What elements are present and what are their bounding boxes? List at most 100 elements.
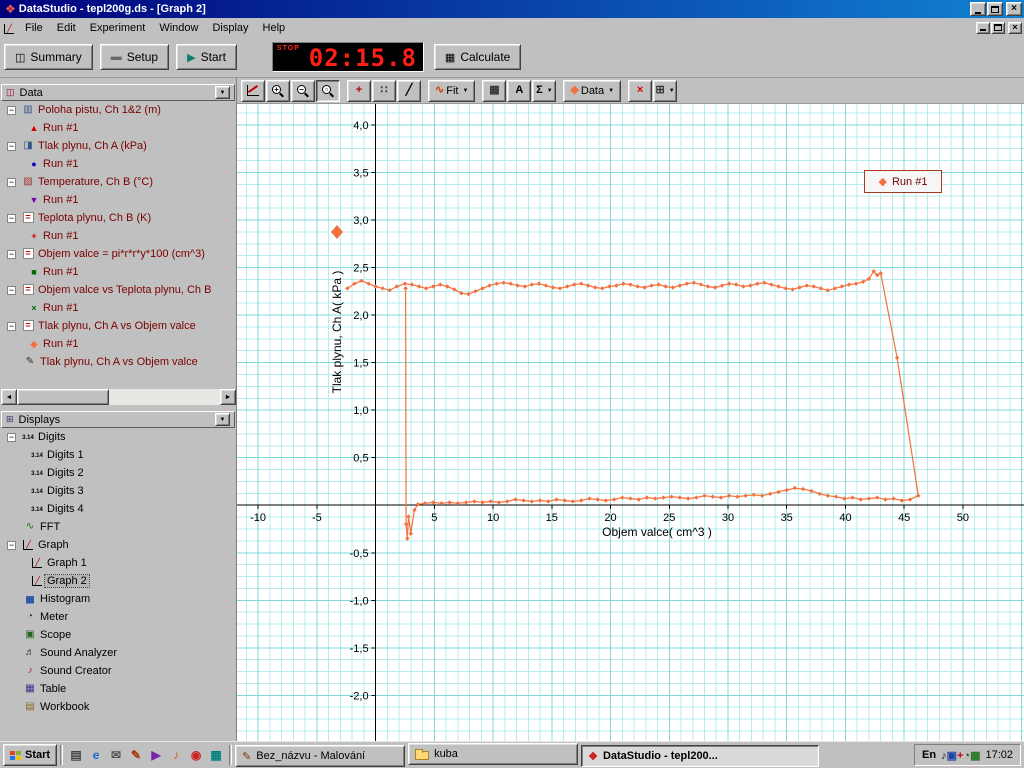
keyboard-layout-indicator[interactable]: En: [922, 749, 936, 761]
data-item[interactable]: ✎ Tlak plynu, Ch A vs Objem valce: [0, 353, 237, 371]
package-icon[interactable]: ▦: [206, 745, 226, 765]
display-settings-icon[interactable]: ▣: [947, 750, 957, 762]
menu-edit[interactable]: Edit: [50, 20, 83, 36]
mdi-minimize-button[interactable]: [976, 21, 990, 34]
mdi-restore-icon: [994, 24, 1002, 31]
scale-to-fit-button[interactable]: [241, 79, 265, 102]
restore-button[interactable]: [987, 2, 1003, 16]
display-item-graph[interactable]: − ╱ Graph: [0, 536, 237, 554]
start-menu-button[interactable]: Start: [3, 744, 58, 766]
paint-icon[interactable]: ✎: [126, 745, 146, 765]
settings-menu-button[interactable]: ⊞ ▼: [653, 79, 678, 102]
menu-file[interactable]: File: [18, 20, 50, 36]
data-menu-button[interactable]: ◆ Data ▼: [563, 79, 622, 102]
sound-creator-icon: ♪: [27, 665, 33, 676]
display-item-digits-2[interactable]: 3.14 Digits 2: [0, 464, 237, 482]
display-item-workbook[interactable]: ▤ Workbook: [0, 698, 237, 716]
menu-help[interactable]: Help: [256, 20, 293, 36]
data-item[interactable]: − = Objem valce vs Teplota plynu, Ch B: [0, 281, 237, 299]
run-item[interactable]: + Run #1: [0, 227, 237, 245]
data-item[interactable]: − ▨ Temperature, Ch B (°C): [0, 173, 237, 191]
graph-legend[interactable]: ◆ Run #1: [864, 170, 942, 193]
setup-button[interactable]: ▬ Setup: [99, 44, 170, 70]
run-item[interactable]: ● Run #1: [0, 155, 237, 173]
data-item[interactable]: − = Teplota plynu, Ch B (K): [0, 209, 237, 227]
display-item-sound-analyzer[interactable]: ♬ Sound Analyzer: [0, 644, 237, 662]
display-item-graph-2[interactable]: ╱ Graph 2: [0, 572, 237, 590]
minimize-button[interactable]: [970, 2, 986, 16]
mdi-close-button[interactable]: ×: [1008, 21, 1022, 34]
display-item-digits[interactable]: −3.14 Digits: [0, 428, 237, 446]
data-panel-header[interactable]: ◫ Data ▼: [1, 84, 235, 101]
delete-button[interactable]: ×: [628, 79, 653, 102]
run-label: Run #1: [43, 230, 79, 242]
winamp-icon[interactable]: ♪: [166, 745, 186, 765]
data-item[interactable]: − = Tlak plynu, Ch A vs Objem valce: [0, 317, 237, 335]
menu-experiment[interactable]: Experiment: [83, 20, 153, 36]
graph-icon: ╱: [29, 557, 45, 569]
mdi-restore-button[interactable]: [991, 21, 1005, 34]
display-item-digits-3[interactable]: 3.14 Digits 3: [0, 482, 237, 500]
media-player-icon[interactable]: ▶: [146, 745, 166, 765]
network-icon[interactable]: ▦: [970, 750, 980, 762]
svg-text:-10: -10: [250, 512, 266, 524]
displays-panel-header[interactable]: ⊞ Displays ▼: [1, 411, 235, 428]
data-item[interactable]: − ◨ Tlak plynu, Ch A (kPa): [0, 137, 237, 155]
clock[interactable]: 17:02: [985, 749, 1013, 761]
run-item[interactable]: ■ Run #1: [0, 263, 237, 281]
scroll-right-icon[interactable]: ►: [220, 389, 236, 405]
smart-tool-button[interactable]: +: [347, 79, 371, 102]
zoom-select-button[interactable]: ▫: [316, 79, 340, 102]
calculator-icon: ▦: [444, 51, 456, 64]
browser-icon[interactable]: ◉: [186, 745, 206, 765]
run-item[interactable]: ▲ Run #1: [0, 119, 237, 137]
zoom-out-button[interactable]: −: [291, 79, 315, 102]
close-button[interactable]: ×: [1006, 2, 1022, 16]
windows-logo-icon: [10, 750, 21, 760]
statistics-button[interactable]: Σ ▼: [532, 79, 557, 102]
display-item-histogram[interactable]: ▅ Histogram: [0, 590, 237, 608]
task-bez_názvu[interactable]: ✎ Bez_názvu - Malování: [235, 745, 406, 767]
display-item-graph-1[interactable]: ╱ Graph 1: [0, 554, 237, 572]
show-desktop-icon[interactable]: ▤: [66, 745, 86, 765]
run-item[interactable]: ◆ Run #1: [0, 335, 237, 353]
text-annotation-button[interactable]: A: [507, 79, 532, 102]
task-datastudio[interactable]: ❖ DataStudio - tepl200...: [581, 745, 820, 767]
pv-graph[interactable]: -10 -5 5 10 15 20 25 30 35 40 45 50 4,0 3,5 3,0 2,5 2,0 1…: [237, 104, 1024, 741]
summary-button[interactable]: ◫ Summary: [4, 44, 93, 70]
menu-window[interactable]: Window: [152, 20, 205, 36]
calculate-button[interactable]: ▦ Calculate: [433, 44, 522, 70]
display-item-fft[interactable]: ∿ FFT: [0, 518, 237, 536]
data-menu-icon: ◆: [570, 84, 579, 96]
graph-window-icon[interactable]: ╱: [4, 22, 14, 34]
display-item-digits-4[interactable]: 3.14 Digits 4: [0, 500, 237, 518]
start-button[interactable]: ▶ Start: [176, 44, 237, 70]
chevron-down-icon: ▼: [608, 87, 615, 94]
data-highlight-button[interactable]: ∷: [372, 79, 396, 102]
graph-area[interactable]: -10 -5 5 10 15 20 25 30 35 40 45 50 4,0 3,5 3,0 2,5 2,0 1…: [237, 104, 1024, 741]
svg-text:1,5: 1,5: [353, 358, 368, 370]
menu-display[interactable]: Display: [205, 20, 255, 36]
run-item[interactable]: × Run #1: [0, 299, 237, 317]
displays-panel-menu-button[interactable]: ▼: [215, 413, 230, 426]
display-item-scope[interactable]: ▣ Scope: [0, 626, 237, 644]
scroll-left-icon[interactable]: ◄: [1, 389, 17, 405]
scrollbar-thumb[interactable]: [17, 389, 109, 405]
outlook-icon[interactable]: ✉: [106, 745, 126, 765]
run-item[interactable]: ▼ Run #1: [0, 191, 237, 209]
zoom-in-button[interactable]: +: [266, 79, 290, 102]
data-item[interactable]: − ▥ Poloha pistu, Ch 1&2 (m): [0, 101, 237, 119]
data-tree-hscrollbar[interactable]: ◄ ►: [1, 389, 236, 405]
display-item-digits-1[interactable]: 3.14 Digits 1: [0, 446, 237, 464]
display-item-table[interactable]: ▦ Table: [0, 680, 237, 698]
display-item-meter[interactable]: ◔ Meter: [0, 608, 237, 626]
slope-tool-button[interactable]: ╱: [397, 79, 421, 102]
task-label: kuba: [434, 748, 458, 760]
calculator-button[interactable]: ▦: [482, 79, 507, 102]
data-panel-menu-button[interactable]: ▼: [215, 86, 230, 99]
display-item-sound-creator[interactable]: ♪ Sound Creator: [0, 662, 237, 680]
task-kuba[interactable]: kuba: [408, 743, 579, 765]
ie-icon[interactable]: e: [86, 745, 106, 765]
fit-menu-button[interactable]: ∿ Fit ▼: [428, 79, 476, 102]
data-item[interactable]: − = Objem valce = pi*r*r*y*100 (cm^3): [0, 245, 237, 263]
